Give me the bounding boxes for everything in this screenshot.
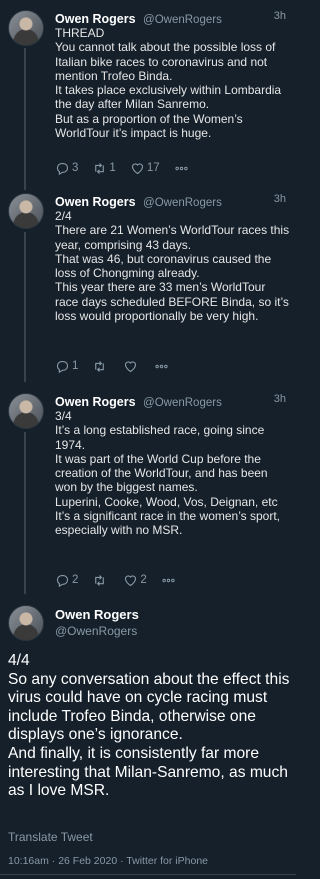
thread-line: [24, 432, 26, 594]
thread-line: [24, 232, 26, 382]
tweet-text: 2/4 There are 21 Women’s WorldTour races…: [55, 209, 290, 324]
reply-button[interactable]: 3: [55, 161, 78, 176]
heart-icon: [125, 574, 137, 586]
retweet-count: 1: [109, 162, 116, 174]
more-icon: [175, 166, 188, 170]
retweet-icon: [95, 574, 105, 586]
tweet-text: 4/4 So any conversation about the effect…: [8, 652, 290, 800]
retweet-icon: [95, 360, 105, 372]
retweet-button[interactable]: [92, 573, 109, 588]
like-button[interactable]: [123, 359, 140, 374]
retweet-button[interactable]: [92, 359, 109, 374]
like-count: 17: [146, 162, 160, 174]
avatar[interactable]: [8, 393, 44, 429]
like-count: 2: [140, 574, 147, 586]
tweet-time[interactable]: 3h: [274, 393, 286, 405]
avatar[interactable]: [8, 193, 44, 229]
tweet-header: Owen Rogers @OwenRogers: [55, 193, 286, 209]
more-icon: [162, 578, 175, 582]
tweet-text: THREAD You cannot talk about the possibl…: [55, 26, 282, 141]
thread-line: [24, 48, 26, 190]
tweet-header: Owen Rogers @OwenRogers: [55, 393, 286, 409]
tweet-text: 3/4 It’s a long established race, going …: [55, 409, 280, 538]
translate-tweet-link[interactable]: Translate Tweet: [8, 830, 93, 844]
heart-icon: [125, 360, 137, 372]
tweet-actions: 2 2: [55, 572, 192, 588]
tweet-time[interactable]: 3h: [274, 193, 286, 205]
author-handle[interactable]: @OwenRogers: [143, 14, 222, 26]
more-button[interactable]: [154, 359, 171, 374]
like-button[interactable]: 2: [123, 573, 147, 588]
author-handle[interactable]: @OwenRogers: [143, 397, 222, 409]
author-name[interactable]: Owen Rogers: [55, 12, 136, 26]
retweet-button[interactable]: 1: [92, 161, 116, 176]
reply-button[interactable]: 2: [55, 573, 78, 588]
avatar[interactable]: [8, 605, 44, 641]
more-button[interactable]: [161, 573, 178, 588]
tweet-actions: 1: [55, 358, 185, 374]
reply-icon: [56, 162, 69, 175]
author-handle[interactable]: @OwenRogers: [143, 197, 222, 209]
author-name[interactable]: Owen Rogers: [55, 395, 136, 409]
reply-count: 3: [72, 162, 79, 174]
tweet-time[interactable]: 3h: [274, 10, 286, 22]
author-name[interactable]: Owen Rogers: [55, 195, 136, 209]
tweet-actions: 3 1 17: [55, 160, 205, 176]
reply-icon: [56, 574, 69, 587]
reply-count: 2: [72, 574, 79, 586]
reply-button[interactable]: 1: [55, 359, 78, 374]
author-name[interactable]: Owen Rogers: [55, 607, 139, 622]
reply-count: 1: [72, 360, 79, 372]
more-button[interactable]: [174, 161, 191, 176]
retweet-icon: [95, 162, 105, 174]
like-button[interactable]: 17: [130, 161, 160, 176]
tweet-metadata: 10:16am · 26 Feb 2020 · Twitter for iPho…: [8, 855, 209, 867]
bottom-divider: [0, 874, 296, 875]
avatar[interactable]: [8, 10, 44, 46]
heart-icon: [131, 162, 143, 174]
reply-icon: [56, 360, 69, 373]
author-handle[interactable]: @OwenRogers: [55, 624, 137, 638]
more-icon: [155, 364, 168, 368]
tweet-header: Owen Rogers @OwenRogers: [55, 10, 286, 26]
